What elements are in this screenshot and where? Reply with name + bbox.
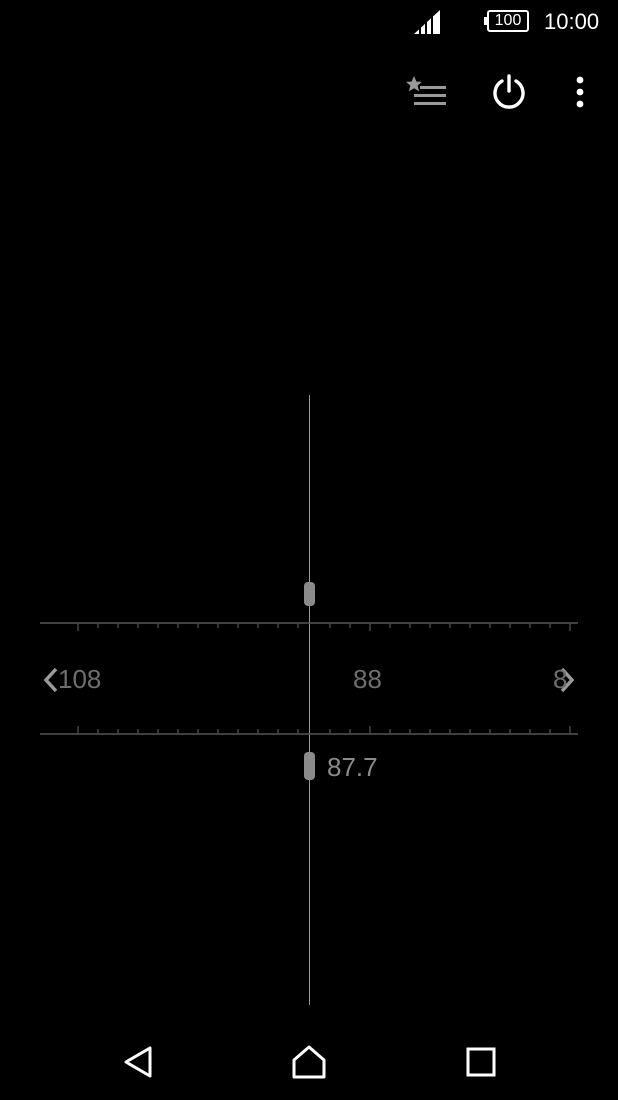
tuner-needle-top-handle xyxy=(304,582,315,606)
recents-icon xyxy=(466,1047,496,1077)
home-button[interactable] xyxy=(285,1040,333,1084)
tuner-needle-bottom-handle xyxy=(304,752,315,780)
home-icon xyxy=(292,1045,326,1079)
scale-label: 88 xyxy=(353,664,382,694)
tuner-scale xyxy=(40,395,578,1005)
scale-label: 108 xyxy=(58,664,102,694)
recents-button[interactable] xyxy=(458,1040,504,1084)
scale-label: 8 xyxy=(553,664,568,694)
chevron-left-icon xyxy=(43,667,58,693)
back-button[interactable] xyxy=(114,1040,162,1084)
navigation-bar xyxy=(0,1020,618,1100)
tuner-dial[interactable]: 108 88 8 87.7 xyxy=(0,0,618,1100)
back-icon xyxy=(124,1046,152,1078)
current-frequency: 87.7 xyxy=(327,752,378,782)
